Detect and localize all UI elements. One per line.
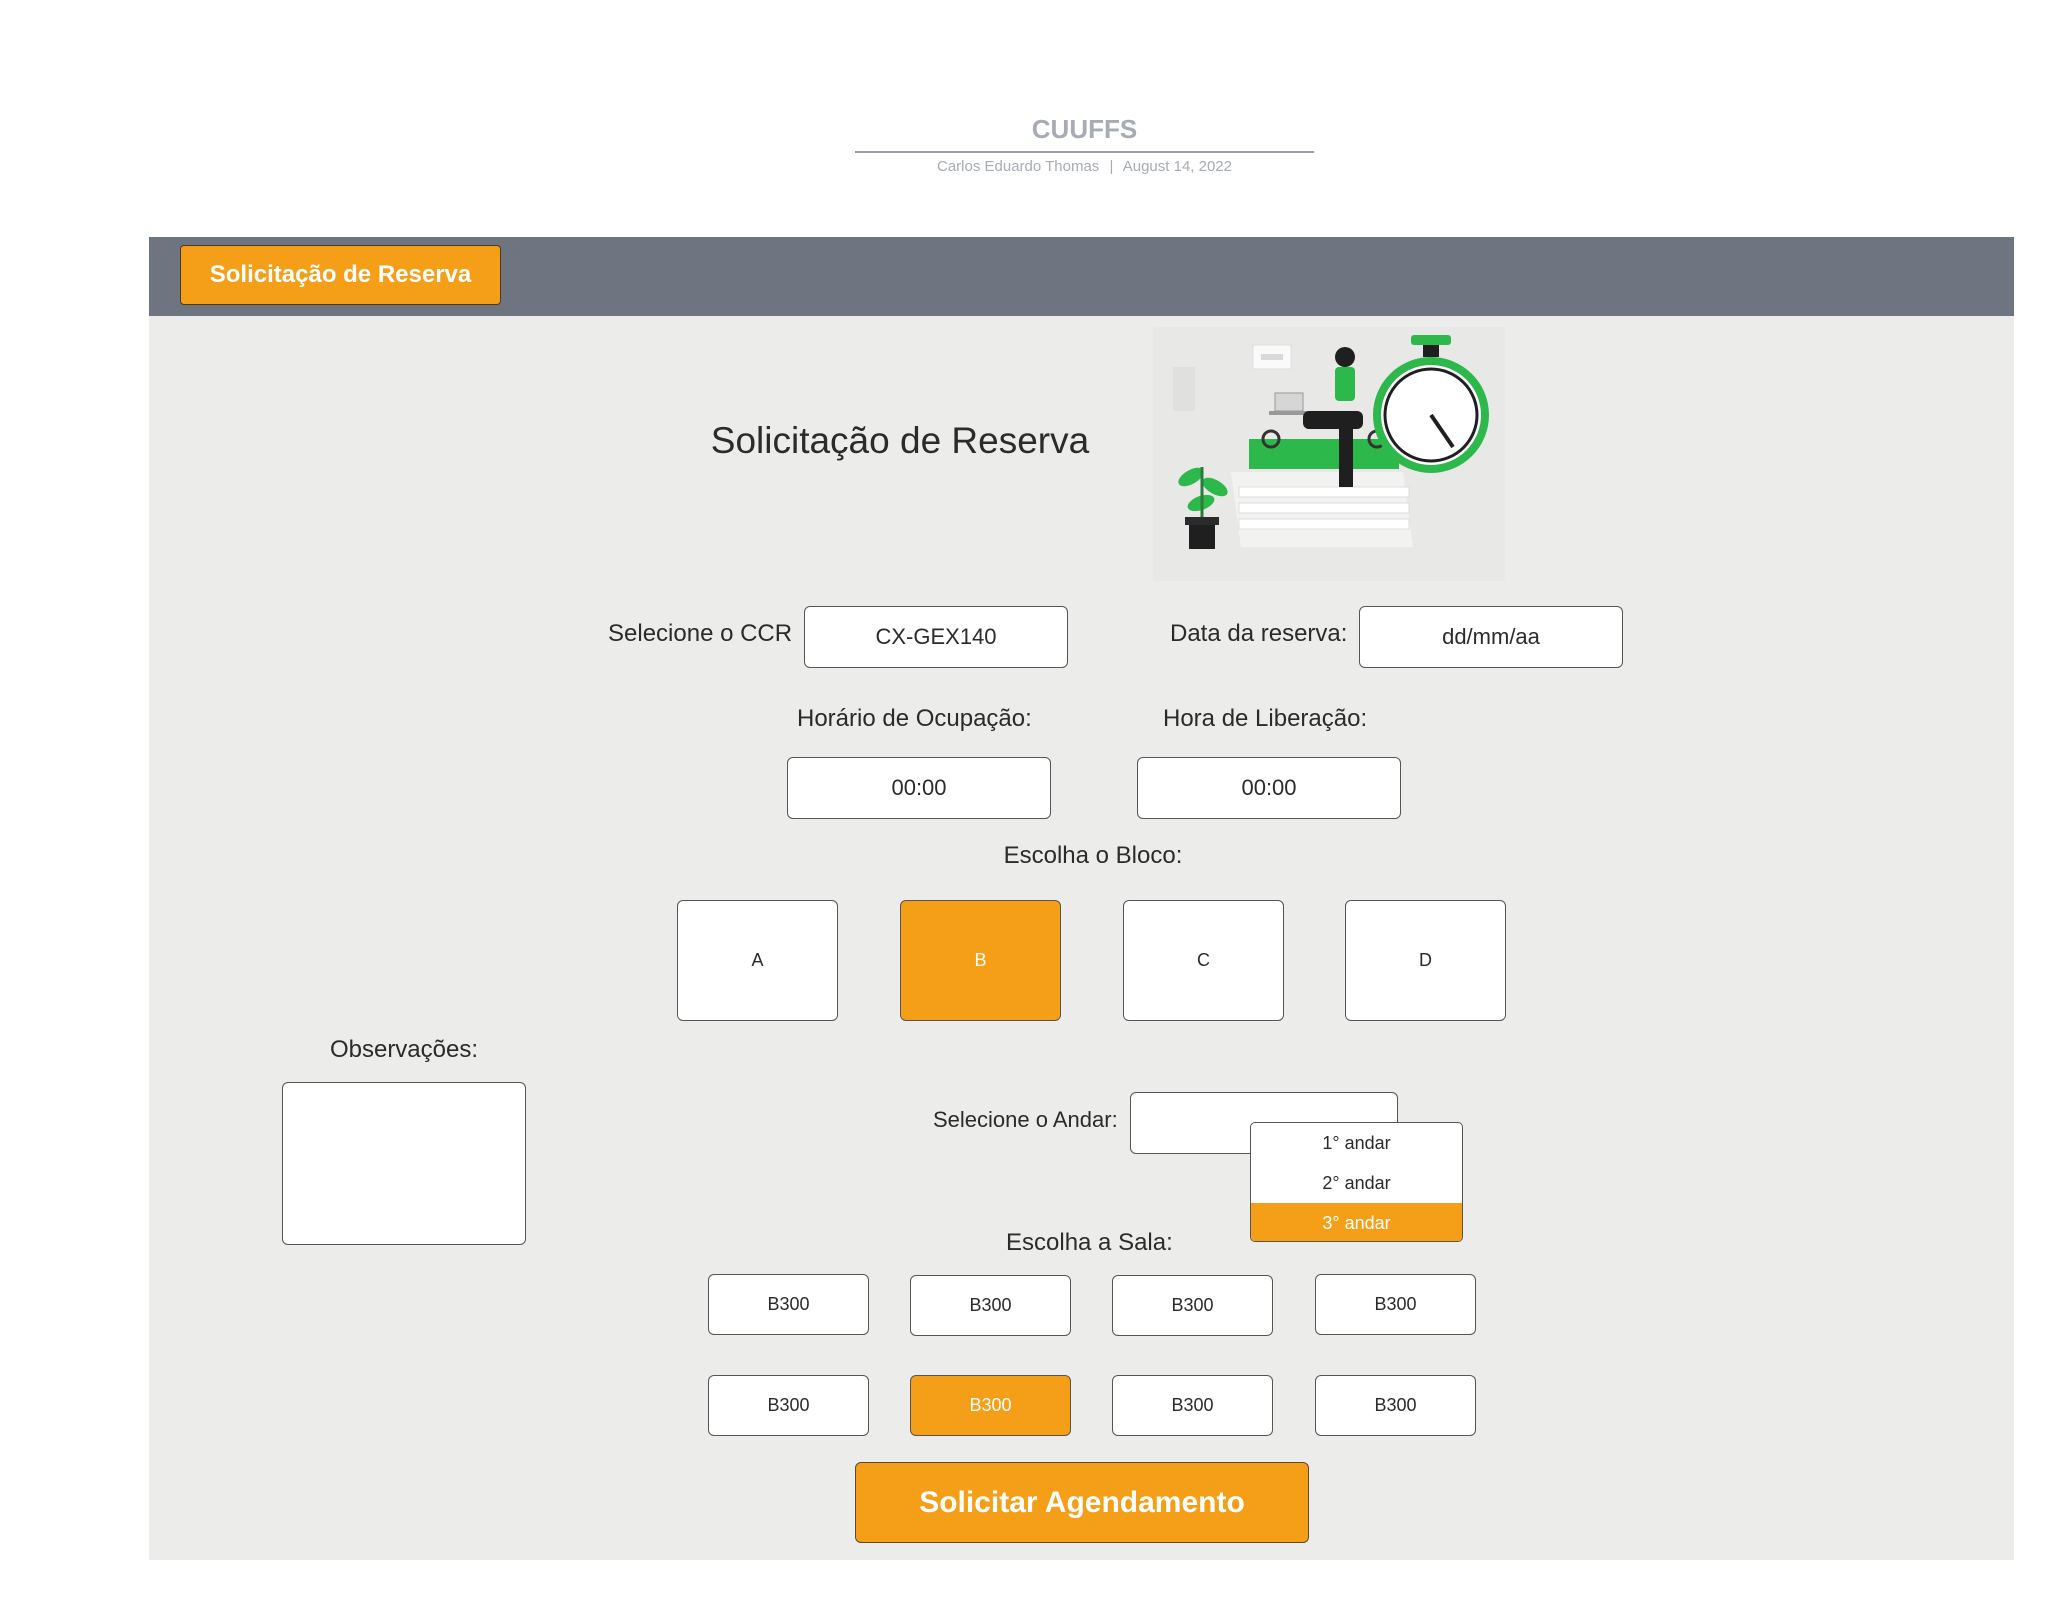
room-button-selected[interactable]: B300: [910, 1375, 1071, 1436]
notes-textarea[interactable]: [282, 1082, 526, 1245]
author-name: Carlos Eduardo Thomas: [937, 158, 1100, 175]
room-button[interactable]: B300: [708, 1375, 869, 1436]
block-label: Escolha o Bloco:: [1003, 842, 1183, 869]
header-divider: [855, 151, 1314, 153]
room-button[interactable]: B300: [910, 1275, 1071, 1336]
block-a-button[interactable]: A: [677, 900, 838, 1021]
room-button[interactable]: B300: [708, 1274, 869, 1335]
room-button[interactable]: B300: [1112, 1275, 1273, 1336]
floor-option-1[interactable]: 1° andar: [1251, 1123, 1462, 1163]
start-time-field[interactable]: 00:00: [787, 757, 1051, 819]
room-button[interactable]: B300: [1112, 1375, 1273, 1436]
form-panel: [149, 316, 2014, 1560]
floor-option-2[interactable]: 2° andar: [1251, 1163, 1462, 1203]
start-time-label: Horário de Ocupação:: [797, 705, 1032, 732]
scheduling-illustration: [1153, 327, 1505, 581]
block-c-button[interactable]: C: [1123, 900, 1284, 1021]
app-title: CUUFFS: [1031, 114, 1138, 144]
date-label: Data da reserva:: [1170, 620, 1348, 647]
ccr-label: Selecione o CCR: [608, 620, 793, 647]
end-time-field[interactable]: 00:00: [1137, 757, 1401, 819]
floor-dropdown-menu: 1° andar 2° andar 3° andar: [1250, 1122, 1463, 1242]
submit-button[interactable]: Solicitar Agendamento: [855, 1462, 1309, 1543]
date-field[interactable]: dd/mm/aa: [1359, 606, 1623, 668]
meta-separator: |: [1109, 158, 1114, 175]
end-time-label: Hora de Liberação:: [1163, 705, 1368, 732]
room-button[interactable]: B300: [1315, 1274, 1476, 1335]
block-b-button[interactable]: B: [900, 900, 1061, 1021]
room-button[interactable]: B300: [1315, 1375, 1476, 1436]
tab-solicitacao-reserva[interactable]: Solicitação de Reserva: [180, 245, 501, 305]
block-d-button[interactable]: D: [1345, 900, 1506, 1021]
notes-label: Observações:: [329, 1036, 479, 1063]
floor-option-3[interactable]: 3° andar: [1251, 1203, 1462, 1241]
document-date: August 14, 2022: [1122, 158, 1232, 175]
room-label: Escolha a Sala:: [1006, 1229, 1173, 1256]
ccr-select[interactable]: CX-GEX140: [804, 606, 1068, 668]
floor-label: Selecione o Andar:: [933, 1107, 1118, 1132]
page-title: Solicitação de Reserva: [710, 420, 1090, 461]
header-meta: Carlos Eduardo Thomas | August 14, 2022: [855, 158, 1314, 175]
